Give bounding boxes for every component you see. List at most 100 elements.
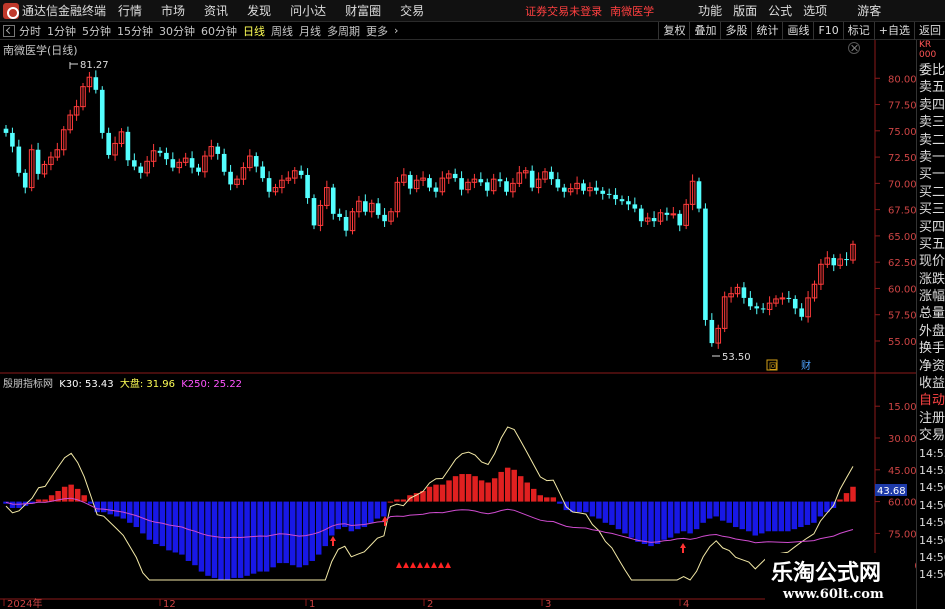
multi-stock-button[interactable]: 多股 — [720, 22, 751, 40]
side-label-bid4: 买四 — [919, 219, 945, 235]
chevron-right-icon[interactable]: › — [394, 24, 398, 37]
f10-button[interactable]: F10 — [813, 22, 842, 40]
side-label-ask2: 卖二 — [919, 132, 945, 148]
mark-button[interactable]: 标记 — [842, 22, 874, 40]
menu-item-ask[interactable]: 问小达 — [290, 2, 326, 19]
back-arrow-icon[interactable] — [3, 24, 15, 37]
period-timeshare[interactable]: 分时 — [19, 23, 41, 39]
watermark-title: 乐淘公式网 — [771, 560, 882, 586]
histogram-bar-down — [557, 501, 563, 504]
menu-item-market[interactable]: 市场 — [161, 2, 185, 19]
histogram-bar-down — [674, 501, 680, 534]
menu-item-discover[interactable]: 发现 — [247, 2, 271, 19]
histogram-bar-down — [296, 501, 302, 568]
candle-body-down — [613, 194, 618, 200]
period-60min[interactable]: 60分钟 — [201, 23, 237, 39]
statistics-button[interactable]: 统计 — [751, 22, 782, 40]
candle-body-down — [844, 259, 849, 261]
period-weekly[interactable]: 周线 — [271, 23, 293, 39]
candle-body-down — [709, 319, 715, 344]
kline-chart[interactable]: 55.00 57.50 60.00 62.50 65.00 67.50 70.00 72.50… — [0, 40, 916, 609]
histogram-bar-down — [746, 501, 752, 532]
guest-user[interactable]: 游客 — [857, 2, 881, 19]
menu-item-options[interactable]: 选项 — [803, 2, 827, 19]
histogram-bar-down — [759, 501, 765, 534]
period-30min[interactable]: 30分钟 — [159, 23, 195, 39]
menu-item-function[interactable]: 功能 — [698, 2, 722, 19]
draw-line-button[interactable]: 画线 — [782, 22, 813, 40]
candle-body-down — [125, 131, 131, 161]
histogram-bar-down — [628, 501, 635, 538]
candle-body-down — [106, 132, 111, 155]
histogram-bar-up — [850, 486, 856, 502]
price-tick-label: 80.00 — [888, 74, 916, 85]
histogram-bar-down — [661, 501, 667, 540]
candle-body-down — [594, 187, 599, 191]
period-daily[interactable]: 日线 — [243, 23, 265, 39]
side-label-bid2: 买二 — [919, 184, 945, 200]
signal-triangle-icon — [410, 562, 416, 568]
signal-triangle-icon — [403, 562, 409, 568]
high-price-label: 81.27 — [80, 60, 109, 71]
histogram-bar-down — [641, 501, 648, 544]
stock-code: KR 000 — [919, 40, 937, 60]
period-1min[interactable]: 1分钟 — [47, 23, 76, 39]
period-15min[interactable]: 15分钟 — [117, 23, 153, 39]
histogram-bar-up — [491, 478, 498, 502]
login-notice[interactable]: 证券交易未登录 — [525, 3, 602, 19]
candle-body-down — [157, 150, 163, 153]
app-logo-icon — [3, 2, 19, 19]
event-marker-finance-label[interactable]: 财 — [801, 359, 811, 372]
histogram-bar-down — [576, 501, 583, 513]
candle-body-down — [260, 166, 265, 179]
side-label-trade[interactable]: 交易 — [917, 427, 945, 444]
histogram-bar-down — [687, 501, 693, 534]
side-label-outer: 外盘 — [919, 323, 945, 339]
menu-item-wealth[interactable]: 财富圈 — [345, 2, 381, 19]
histogram-bar-down — [700, 501, 706, 523]
candle-body-down — [549, 171, 554, 180]
histogram-bar-down — [602, 501, 609, 523]
side-label-change: 涨跌 — [919, 271, 945, 287]
side-label-register[interactable]: 注册 — [917, 410, 945, 427]
close-icon[interactable] — [848, 42, 860, 54]
histogram-bar-up — [498, 471, 504, 502]
overlay-button[interactable]: 叠加 — [689, 22, 720, 40]
candle-body-down — [459, 178, 464, 190]
menu-item-trade[interactable]: 交易 — [400, 2, 424, 19]
menu-item-news[interactable]: 资讯 — [204, 2, 228, 19]
buy-signal-arrow-icon — [680, 543, 686, 553]
candle-body-down — [664, 212, 670, 215]
candle-body-down — [382, 214, 387, 222]
buy-signal-arrow-icon — [330, 536, 336, 546]
period-more[interactable]: 更多 — [366, 23, 388, 39]
candle-body-down — [626, 201, 631, 205]
stock-name-header: 南微医学 — [610, 4, 655, 18]
period-5min[interactable]: 5分钟 — [82, 23, 111, 39]
period-monthly[interactable]: 月线 — [299, 23, 321, 39]
restore-rights-button[interactable]: 复权 — [658, 22, 689, 40]
candle-body-down — [189, 158, 195, 168]
candle-body-down — [651, 218, 657, 222]
histogram-bar-down — [114, 501, 120, 517]
histogram-bar-up — [837, 499, 843, 502]
histogram-bar-up — [446, 480, 452, 502]
histogram-bar-down — [329, 501, 335, 536]
return-button[interactable]: 返回 — [914, 22, 945, 40]
candle-body-down — [504, 181, 509, 192]
add-watchlist-button[interactable]: +自选 — [873, 22, 914, 40]
period-multi[interactable]: 多周期 — [327, 23, 360, 39]
menu-item-formula[interactable]: 公式 — [768, 2, 792, 19]
histogram-bar-up — [550, 497, 557, 502]
price-tick-label: 55.00 — [888, 337, 916, 348]
histogram-bar-down — [752, 501, 759, 536]
histogram-bar-down — [316, 501, 322, 555]
candle-body-down — [677, 213, 683, 226]
side-time-5: 14:56 — [919, 516, 945, 530]
price-tick-label: 60.00 — [888, 284, 916, 295]
menu-item-layout[interactable]: 版面 — [733, 2, 757, 19]
side-label-auto[interactable]: 自动 — [917, 392, 945, 409]
candle-body-down — [266, 178, 272, 192]
menu-item-quotes[interactable]: 行情 — [118, 2, 142, 19]
candle-body-down — [792, 298, 798, 309]
